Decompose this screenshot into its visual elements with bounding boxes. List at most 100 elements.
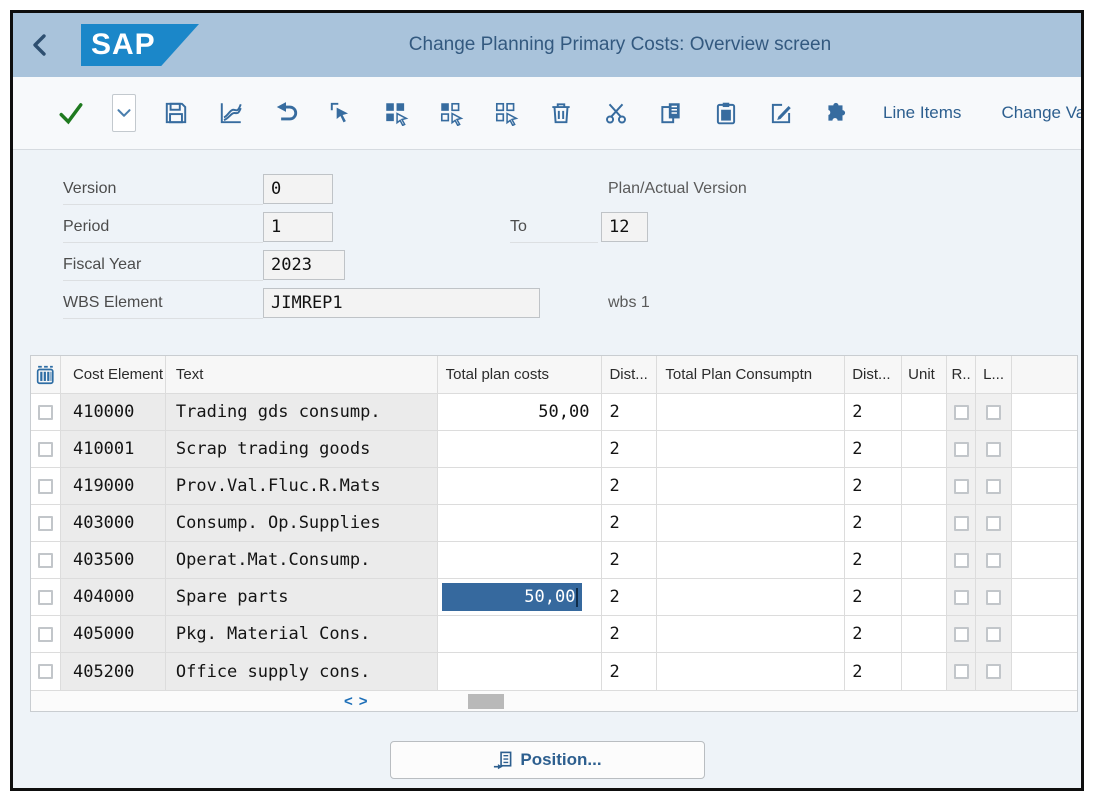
total-plan-costs-cell[interactable]: 50,00 [438, 394, 603, 430]
r-checkbox[interactable] [954, 405, 969, 420]
col-header-consumptn[interactable]: Total Plan Consumptn [657, 356, 845, 393]
l-checkbox[interactable] [986, 627, 1001, 642]
select-cursor-icon[interactable] [327, 100, 354, 127]
edit-icon[interactable] [767, 100, 794, 127]
r-checkbox[interactable] [954, 442, 969, 457]
r-checkbox[interactable] [954, 553, 969, 568]
wbs-element-field[interactable]: JIMREP1 [263, 288, 540, 318]
dist2-cell[interactable]: 2 [845, 505, 902, 541]
l-checkbox[interactable] [986, 590, 1001, 605]
unit-cell[interactable] [902, 505, 947, 541]
r-checkbox[interactable] [954, 627, 969, 642]
position-button[interactable]: Position... [390, 741, 705, 779]
consumptn-cell[interactable] [657, 468, 845, 504]
dist1-cell[interactable]: 2 [602, 579, 657, 615]
row-checkbox[interactable] [38, 553, 53, 568]
line-items-button[interactable]: Line Items [883, 103, 961, 123]
consumptn-cell[interactable] [657, 394, 845, 430]
scroll-left-button[interactable]: < [344, 693, 353, 710]
dist1-cell[interactable]: 2 [602, 468, 657, 504]
copy-icon[interactable] [657, 100, 684, 127]
text-cell[interactable]: Trading gds consump. [166, 394, 438, 430]
select-all-blocks-icon[interactable] [382, 100, 409, 127]
table-select-all-header[interactable] [31, 356, 61, 393]
col-header-total-plan-costs[interactable]: Total plan costs [438, 356, 603, 393]
total-plan-costs-cell[interactable] [438, 616, 603, 652]
paste-icon[interactable] [712, 100, 739, 127]
dist1-cell[interactable]: 2 [602, 394, 657, 430]
l-checkbox[interactable] [986, 405, 1001, 420]
unit-cell[interactable] [902, 542, 947, 578]
period-from-field[interactable]: 1 [263, 212, 333, 242]
hscrollbar-thumb[interactable] [468, 694, 504, 709]
save-icon[interactable] [162, 100, 189, 127]
chart-icon[interactable] [217, 100, 244, 127]
text-cell[interactable]: Operat.Mat.Consump. [166, 542, 438, 578]
change-values-button[interactable]: Change Values [1001, 103, 1084, 123]
total-plan-costs-cell[interactable] [438, 431, 603, 467]
col-header-dist2[interactable]: Dist... [845, 356, 902, 393]
command-dropdown[interactable] [112, 94, 136, 132]
cost-element-cell[interactable]: 410000 [61, 394, 166, 430]
row-checkbox[interactable] [38, 590, 53, 605]
dist2-cell[interactable]: 2 [845, 394, 902, 430]
r-checkbox[interactable] [954, 664, 969, 679]
consumptn-cell[interactable] [657, 616, 845, 652]
dist2-cell[interactable]: 2 [845, 653, 902, 690]
total-plan-costs-cell-selected[interactable]: 50,00 [438, 579, 603, 615]
text-cell[interactable]: Pkg. Material Cons. [166, 616, 438, 652]
cost-element-cell[interactable]: 405000 [61, 616, 166, 652]
dist2-cell[interactable]: 2 [845, 431, 902, 467]
version-field[interactable]: 0 [263, 174, 333, 204]
unit-cell[interactable] [902, 394, 947, 430]
text-cell[interactable]: Spare parts [166, 579, 438, 615]
dist1-cell[interactable]: 2 [602, 616, 657, 652]
unit-cell[interactable] [902, 579, 947, 615]
row-checkbox[interactable] [38, 442, 53, 457]
dist1-cell[interactable]: 2 [602, 505, 657, 541]
row-checkbox[interactable] [38, 664, 53, 679]
row-checkbox[interactable] [38, 405, 53, 420]
col-header-text[interactable]: Text [166, 356, 438, 393]
consumptn-cell[interactable] [657, 579, 845, 615]
total-plan-costs-cell[interactable] [438, 542, 603, 578]
unit-cell[interactable] [902, 468, 947, 504]
confirm-check-icon[interactable] [57, 100, 84, 127]
row-checkbox[interactable] [38, 516, 53, 531]
dist2-cell[interactable]: 2 [845, 616, 902, 652]
total-plan-costs-cell[interactable] [438, 653, 603, 690]
back-button[interactable] [13, 31, 67, 59]
select-block-icon[interactable] [437, 100, 464, 127]
text-cell[interactable]: Consump. Op.Supplies [166, 505, 438, 541]
cost-element-cell[interactable]: 404000 [61, 579, 166, 615]
l-checkbox[interactable] [986, 553, 1001, 568]
unit-cell[interactable] [902, 431, 947, 467]
l-checkbox[interactable] [986, 664, 1001, 679]
consumptn-cell[interactable] [657, 505, 845, 541]
col-header-r[interactable]: R.. [947, 356, 976, 393]
total-plan-costs-cell[interactable] [438, 468, 603, 504]
cost-element-cell[interactable]: 410001 [61, 431, 166, 467]
r-checkbox[interactable] [954, 479, 969, 494]
total-plan-costs-cell[interactable] [438, 505, 603, 541]
text-cell[interactable]: Office supply cons. [166, 653, 438, 690]
text-cell[interactable]: Scrap trading goods [166, 431, 438, 467]
unit-cell[interactable] [902, 616, 947, 652]
fiscal-year-field[interactable]: 2023 [263, 250, 345, 280]
col-header-dist1[interactable]: Dist... [602, 356, 657, 393]
deselect-blocks-icon[interactable] [492, 100, 519, 127]
consumptn-cell[interactable] [657, 542, 845, 578]
unit-cell[interactable] [902, 653, 947, 690]
cost-element-cell[interactable]: 403000 [61, 505, 166, 541]
cost-element-cell[interactable]: 403500 [61, 542, 166, 578]
scroll-right-button[interactable]: > [359, 693, 368, 710]
period-to-field[interactable]: 12 [601, 212, 648, 242]
dist2-cell[interactable]: 2 [845, 542, 902, 578]
selected-cell-input[interactable]: 50,00 [442, 583, 583, 611]
undo-icon[interactable] [272, 100, 299, 127]
row-checkbox[interactable] [38, 479, 53, 494]
cost-element-cell[interactable]: 419000 [61, 468, 166, 504]
cut-scissors-icon[interactable] [602, 100, 629, 127]
dist1-cell[interactable]: 2 [602, 431, 657, 467]
delete-trash-icon[interactable] [547, 100, 574, 127]
